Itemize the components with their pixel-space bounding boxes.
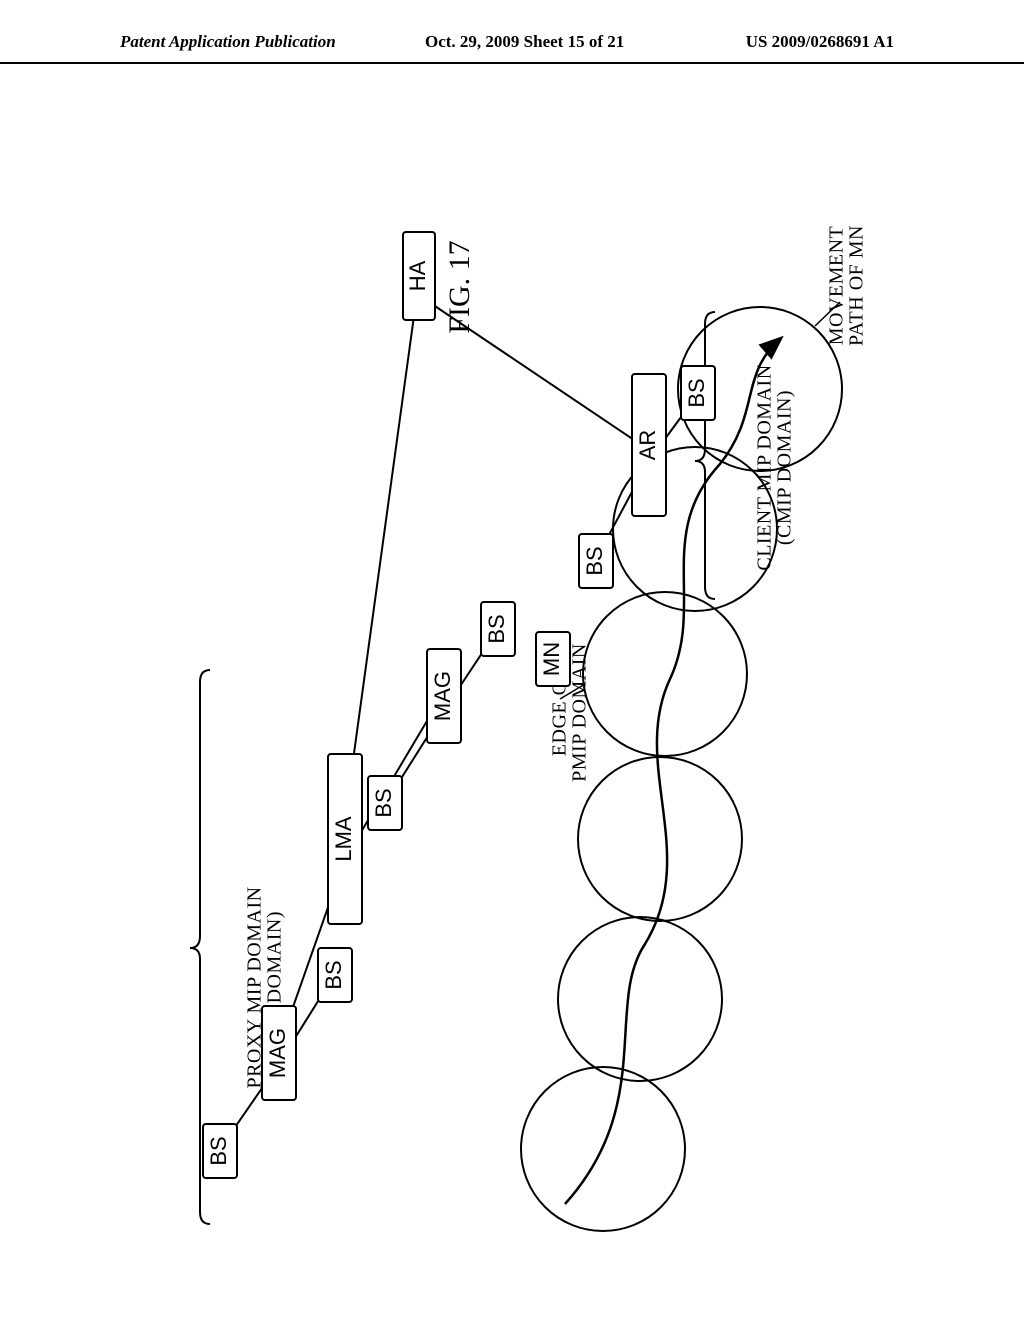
header-left: Patent Application Publication	[120, 32, 336, 52]
svg-text:AR: AR	[635, 430, 660, 461]
svg-text:MAG: MAG	[265, 1028, 290, 1078]
figure-17: FIG. 17 PROXY MIP DOMAIN (PMIP DOMAIN) E…	[0, 64, 1024, 1264]
svg-text:BS: BS	[321, 960, 346, 989]
node-mn: MN	[536, 632, 570, 686]
svg-text:BS: BS	[371, 788, 396, 817]
node-ha: HA	[403, 232, 435, 320]
svg-text:HA: HA	[405, 260, 430, 291]
node-bs-5: BS	[579, 534, 613, 588]
node-bs-4: BS	[481, 602, 515, 656]
header-center: Oct. 29, 2009 Sheet 15 of 21	[425, 32, 624, 52]
node-bs-1: BS	[203, 1124, 237, 1178]
svg-text:BS: BS	[684, 378, 709, 407]
svg-text:LMA: LMA	[331, 816, 356, 862]
node-ar: AR	[632, 374, 666, 516]
page-header: Patent Application Publication Oct. 29, …	[0, 0, 1024, 64]
svg-text:MAG: MAG	[430, 671, 455, 721]
node-bs-6: BS	[681, 366, 715, 420]
node-bs-2: BS	[318, 948, 352, 1002]
node-mag-1: MAG	[262, 1006, 296, 1100]
diagram-svg: HA LMA AR MAG MAG BS BS	[0, 64, 1024, 1264]
svg-text:BS: BS	[206, 1136, 231, 1165]
svg-text:BS: BS	[582, 546, 607, 575]
node-lma: LMA	[328, 754, 362, 924]
node-bs-3: BS	[368, 776, 402, 830]
node-mag-2: MAG	[427, 649, 461, 743]
svg-text:BS: BS	[484, 614, 509, 643]
svg-text:MN: MN	[539, 642, 564, 676]
header-right: US 2009/0268691 A1	[746, 32, 894, 52]
